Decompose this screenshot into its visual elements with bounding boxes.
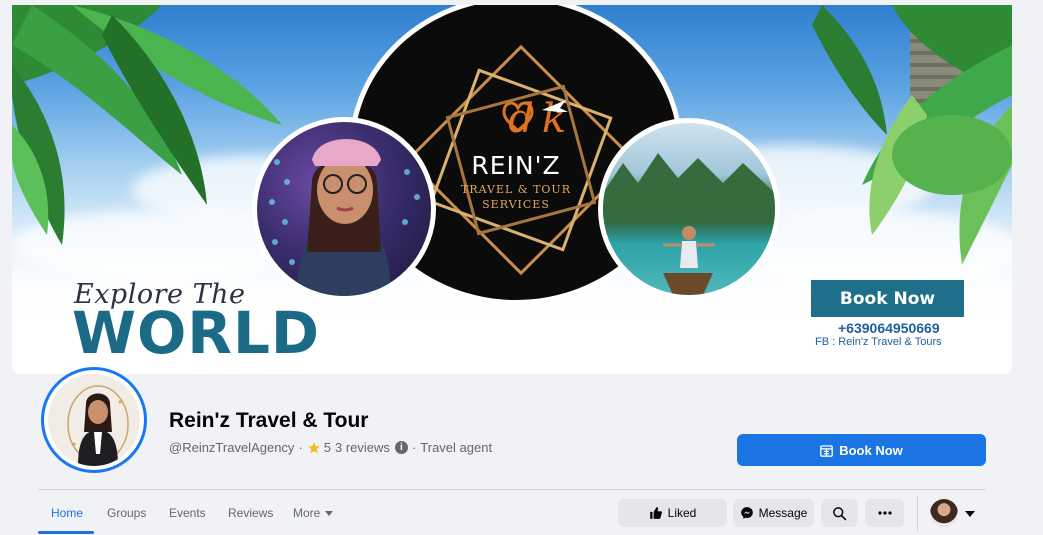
book-now-label: Book Now: [839, 442, 903, 458]
info-icon[interactable]: i: [394, 441, 408, 454]
page-meta: @ReinzTravelAgency · 5 3 reviews i · Tra…: [169, 440, 492, 455]
meta-separator: ·: [298, 440, 303, 455]
page-handle: @ReinzTravelAgency: [169, 440, 295, 455]
more-dots-icon: [877, 511, 892, 515]
liked-button[interactable]: Liked: [618, 499, 727, 527]
search-button[interactable]: [821, 499, 858, 527]
liked-label: Liked: [667, 506, 697, 520]
tab-home[interactable]: Home: [51, 506, 83, 520]
tab-more-label: More: [293, 506, 321, 520]
rating-value: 5: [323, 440, 332, 455]
chevron-down-icon: [325, 511, 334, 517]
more-options-button[interactable]: [865, 499, 904, 527]
message-label: Message: [758, 506, 808, 520]
cover-book-now-label: Book Now: [811, 280, 964, 317]
cover-fb-handle: FB : Rein'z Travel & Tours: [815, 336, 942, 348]
star-icon: [307, 441, 320, 454]
book-now-button[interactable]: Book Now: [737, 434, 986, 466]
travel-photo: [598, 118, 780, 300]
active-tab-indicator: [38, 531, 94, 534]
message-button[interactable]: Message: [733, 499, 814, 527]
page-title: Rein'z Travel & Tour: [169, 409, 369, 432]
portrait-photo: [252, 117, 436, 301]
tab-more[interactable]: More: [293, 506, 334, 520]
vertical-separator: [917, 497, 918, 531]
cover-phone-number: +639064950669: [838, 320, 940, 336]
header-divider: [38, 489, 986, 490]
page-category[interactable]: Travel agent: [420, 440, 492, 455]
profile-avatar[interactable]: [41, 367, 147, 473]
tab-events[interactable]: Events: [169, 506, 206, 520]
search-icon: [833, 506, 847, 520]
meta-separator: ·: [411, 440, 417, 455]
tab-groups[interactable]: Groups: [107, 506, 146, 520]
account-chevron-down-icon[interactable]: [965, 511, 975, 517]
calendar-icon: [820, 444, 834, 457]
cover-headline: WORLD: [72, 299, 321, 367]
thumbs-up-icon: [649, 507, 662, 519]
profile-picture: [67, 385, 129, 466]
cover-photo[interactable]: d k REIN'Z TRAVEL & TOUR SERVICES Explor…: [12, 5, 1012, 374]
reviews-count[interactable]: 3 reviews: [335, 440, 390, 455]
tab-reviews[interactable]: Reviews: [228, 506, 273, 520]
user-avatar[interactable]: [930, 499, 958, 527]
messenger-icon: [740, 507, 753, 519]
